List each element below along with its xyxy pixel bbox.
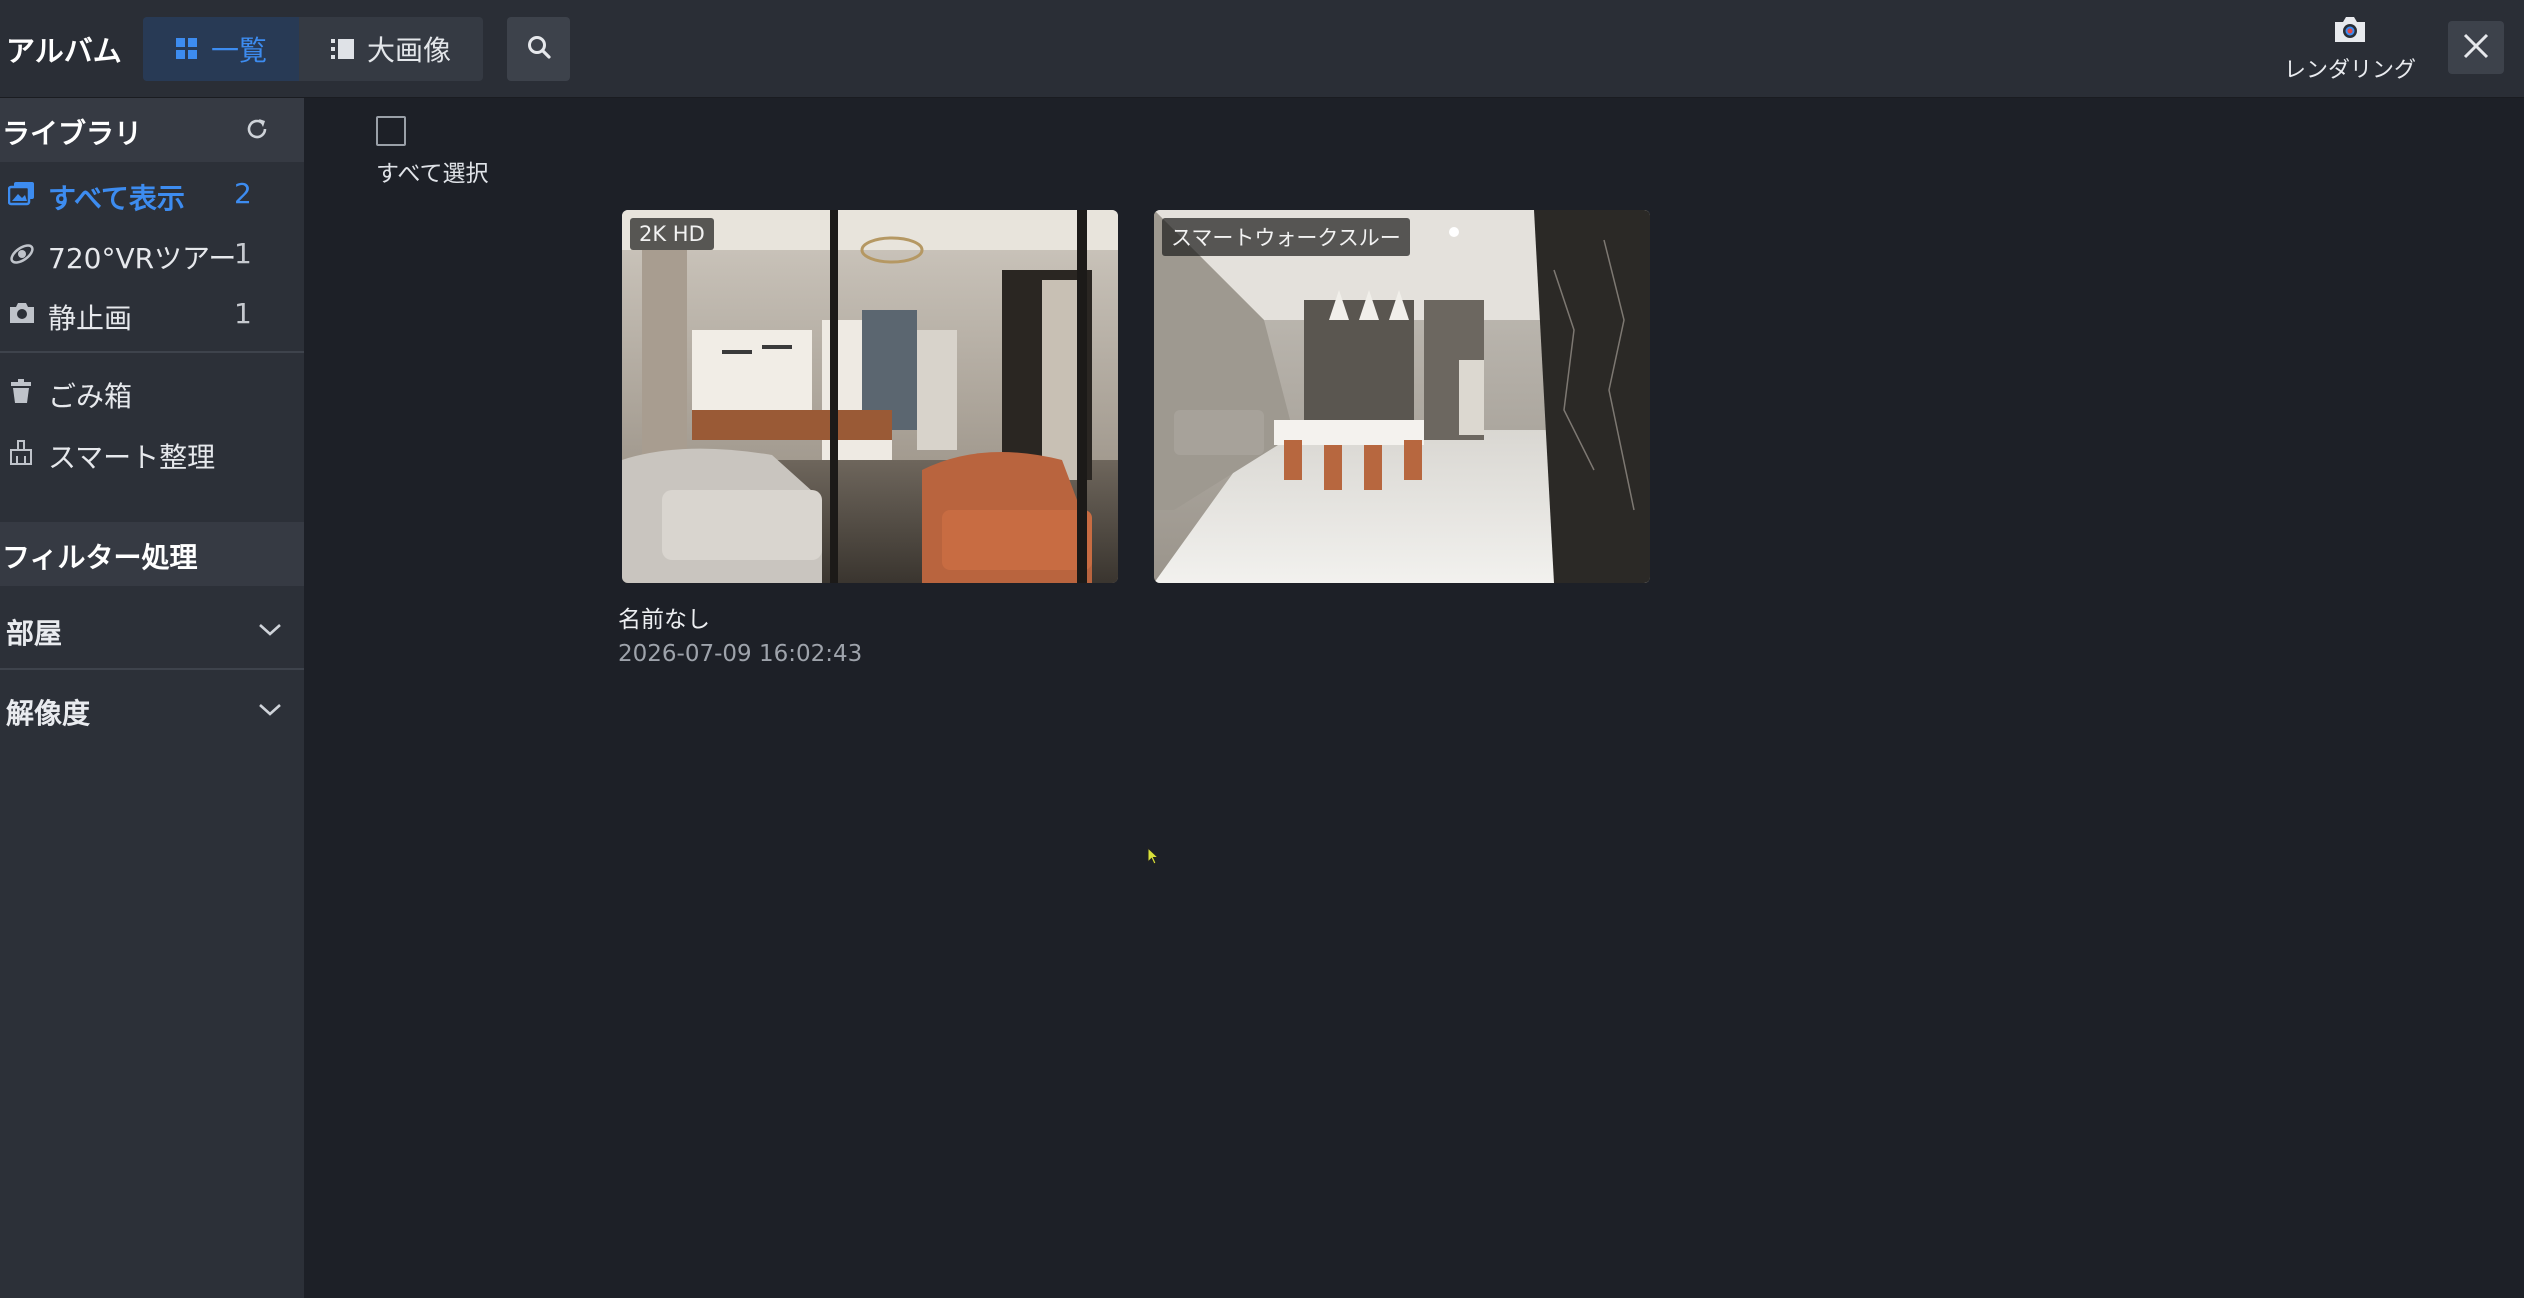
sidebar-item-count: 1 bbox=[234, 297, 252, 330]
sidebar-item-label: 静止画 bbox=[48, 302, 133, 335]
sidebar-item-label: ごみ箱 bbox=[48, 380, 133, 413]
mouse-cursor-icon bbox=[1147, 846, 1160, 869]
view-tabs: 一覧 大画像 bbox=[143, 17, 484, 81]
filter-resolution[interactable]: 解像度 bbox=[0, 672, 304, 750]
album-item-date: 2026-07-09 16:02:43 bbox=[618, 641, 863, 667]
search-button[interactable] bbox=[507, 17, 570, 81]
sidebar-item-count: 1 bbox=[234, 237, 252, 270]
select-all-label: すべて選択 bbox=[376, 161, 489, 187]
tab-large-image-label: 大画像 bbox=[367, 34, 452, 67]
walkthrough-badge: スマートウォークスルー bbox=[1162, 218, 1410, 256]
select-all-checkbox[interactable] bbox=[376, 116, 406, 146]
album-item-name: 名前なし bbox=[618, 607, 710, 633]
camera-icon bbox=[8, 301, 36, 329]
filter-room[interactable]: 部屋 bbox=[0, 592, 304, 670]
app-title: アルバム bbox=[6, 34, 122, 68]
sidebar-divider bbox=[0, 351, 304, 353]
grid-icon bbox=[175, 37, 199, 61]
sidebar-item-label: スマート整理 bbox=[48, 441, 216, 474]
vr-tour-icon bbox=[8, 241, 36, 271]
render-camera-icon bbox=[2332, 17, 2368, 48]
large-image-icon bbox=[331, 38, 355, 60]
tab-list-view[interactable]: 一覧 bbox=[143, 17, 300, 81]
album-card-thumbnail[interactable]: スマートウォークスルー bbox=[1154, 210, 1650, 583]
images-icon bbox=[7, 181, 36, 211]
trash-icon bbox=[8, 379, 34, 409]
chevron-down-icon bbox=[258, 622, 282, 641]
room-photo bbox=[622, 210, 1118, 583]
render-button[interactable]: レンダリング bbox=[2280, 14, 2420, 84]
filter-title: フィルター処理 bbox=[2, 541, 198, 574]
close-icon bbox=[2461, 31, 2491, 65]
sidebar-item-label: 720°VRツアー bbox=[48, 242, 237, 275]
tab-list-label: 一覧 bbox=[211, 34, 268, 67]
sidebar-item-vr-tour[interactable]: 720°VRツアー 1 bbox=[0, 225, 304, 283]
top-bar: アルバム 一覧 大画像 レンダリング bbox=[0, 0, 2524, 98]
sidebar-item-all[interactable]: すべて表示 2 bbox=[0, 165, 304, 223]
filter-header: フィルター処理 bbox=[0, 522, 304, 586]
sidebar-item-count: 2 bbox=[234, 177, 252, 210]
filter-label: 解像度 bbox=[6, 697, 91, 730]
render-label: レンダリング bbox=[2283, 58, 2416, 83]
library-header: ライブラリ bbox=[0, 98, 304, 162]
sidebar-item-label: すべて表示 bbox=[48, 182, 185, 215]
tab-large-image-view[interactable]: 大画像 bbox=[299, 17, 483, 81]
resolution-badge: 2K HD bbox=[630, 218, 714, 250]
sidebar-item-still-image[interactable]: 静止画 1 bbox=[0, 285, 304, 343]
search-icon bbox=[526, 34, 552, 64]
sidebar-item-trash[interactable]: ごみ箱 bbox=[0, 363, 304, 421]
filter-label: 部屋 bbox=[6, 617, 63, 650]
sidebar-item-smart-organize[interactable]: スマート整理 bbox=[0, 424, 304, 482]
sidebar: ライブラリ すべて表示 2 720°VRツアー 1 静止画 1 ごみ箱 スマート… bbox=[0, 98, 304, 1298]
room-photo bbox=[1154, 210, 1650, 583]
library-title: ライブラリ bbox=[2, 117, 143, 150]
sidebar-divider bbox=[0, 668, 304, 670]
chevron-down-icon bbox=[258, 702, 282, 721]
album-card-thumbnail[interactable]: 2K HD bbox=[622, 210, 1118, 583]
refresh-icon[interactable] bbox=[244, 116, 270, 146]
close-button[interactable] bbox=[2448, 21, 2504, 74]
broom-icon bbox=[8, 440, 34, 470]
